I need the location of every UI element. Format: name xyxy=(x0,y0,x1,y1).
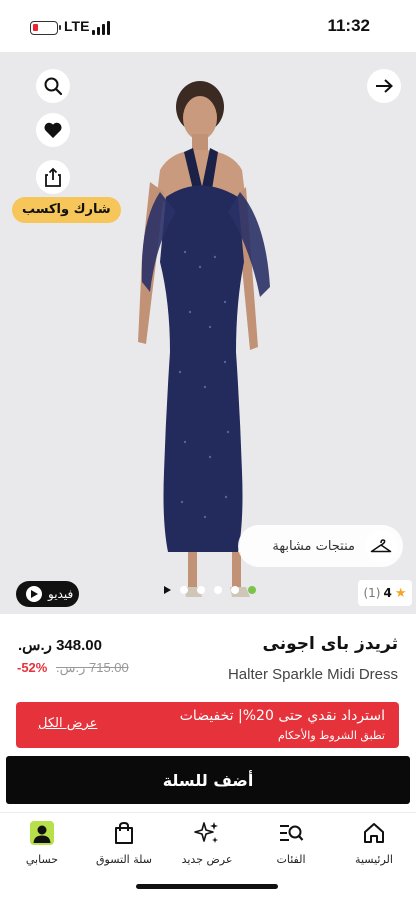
nav-label: حسابي xyxy=(25,853,59,866)
similar-products-button[interactable]: منتجات مشابهة xyxy=(238,525,403,567)
home-icon xyxy=(360,819,388,847)
share-icon xyxy=(45,167,61,187)
search-icon xyxy=(44,77,63,96)
forward-arrow-icon xyxy=(376,79,393,93)
nav-label: الرئيسية xyxy=(355,853,393,866)
play-icon xyxy=(26,586,42,602)
status-bar: LTE 11:32 xyxy=(0,0,416,52)
signal-icon xyxy=(92,19,114,35)
original-price: 715.00 ر.س. xyxy=(56,660,129,675)
promo-show-all-link[interactable]: عرض الكل xyxy=(38,716,97,731)
gallery-dot[interactable] xyxy=(197,586,205,594)
heart-icon xyxy=(44,122,62,138)
gallery-dot[interactable] xyxy=(231,586,239,594)
similar-products-label: منتجات مشابهة xyxy=(272,538,355,554)
video-label: فيديو xyxy=(48,587,74,601)
product-title-english: Halter Sparkle Midi Dress xyxy=(227,666,398,683)
hanger-icon xyxy=(365,530,397,562)
gallery-dot[interactable] xyxy=(214,586,222,594)
wishlist-button[interactable] xyxy=(36,113,70,147)
share-and-earn-badge[interactable]: شارك واكسب xyxy=(12,197,121,223)
rating-value: 4 xyxy=(383,586,392,600)
nav-item-categories[interactable]: الفئات xyxy=(251,819,331,866)
account-icon xyxy=(28,819,56,847)
status-time: 11:32 xyxy=(327,16,370,35)
nav-item-home[interactable]: الرئيسية xyxy=(334,819,414,866)
nav-label: سلة التسوق xyxy=(95,853,152,866)
add-to-cart-button[interactable]: أضف للسلة xyxy=(6,756,410,804)
sparkle-icon xyxy=(193,819,221,847)
share-button[interactable] xyxy=(36,160,70,194)
promo-terms: تطبق الشروط والأحكام xyxy=(277,729,385,742)
nav-item-cart[interactable]: سلة التسوق xyxy=(84,819,164,866)
shopping-bag-icon xyxy=(110,819,138,847)
rating-badge[interactable]: (1) 4 ★ xyxy=(358,580,412,606)
gallery-dot-active[interactable] xyxy=(248,586,256,594)
battery-icon xyxy=(30,21,61,35)
promo-headline: استرداد نقدي حتى 20%| تخفيضات xyxy=(179,708,385,724)
video-button[interactable]: فيديو xyxy=(16,581,80,607)
nav-item-new-arrivals[interactable]: عرض جديد xyxy=(167,819,247,866)
categories-search-icon xyxy=(277,819,305,847)
rating-count: (1) xyxy=(363,586,381,600)
search-button[interactable] xyxy=(36,69,70,103)
cashback-promo-banner[interactable]: استرداد نقدي حتى 20%| تخفيضات تطبق الشرو… xyxy=(16,702,399,748)
nav-label: عرض جديد xyxy=(181,853,233,866)
network-label: LTE xyxy=(64,18,90,34)
product-title-arabic: ثريدز باى اجونى xyxy=(262,634,398,654)
gallery-indicator[interactable] xyxy=(164,586,256,594)
gallery-play-icon xyxy=(164,586,171,594)
home-indicator xyxy=(136,884,278,889)
gallery-dot[interactable] xyxy=(180,586,188,594)
forward-button[interactable] xyxy=(367,69,401,103)
product-gallery[interactable]: شارك واكسب منتجات مشابهة فيديو (1) 4 ★ xyxy=(0,52,416,614)
discount-badge: -52% xyxy=(17,660,48,675)
star-icon: ★ xyxy=(394,585,407,601)
current-price: 348.00 ر.س. xyxy=(18,637,102,654)
nav-label: الفئات xyxy=(276,853,306,866)
nav-item-account[interactable]: حسابي xyxy=(2,819,82,866)
